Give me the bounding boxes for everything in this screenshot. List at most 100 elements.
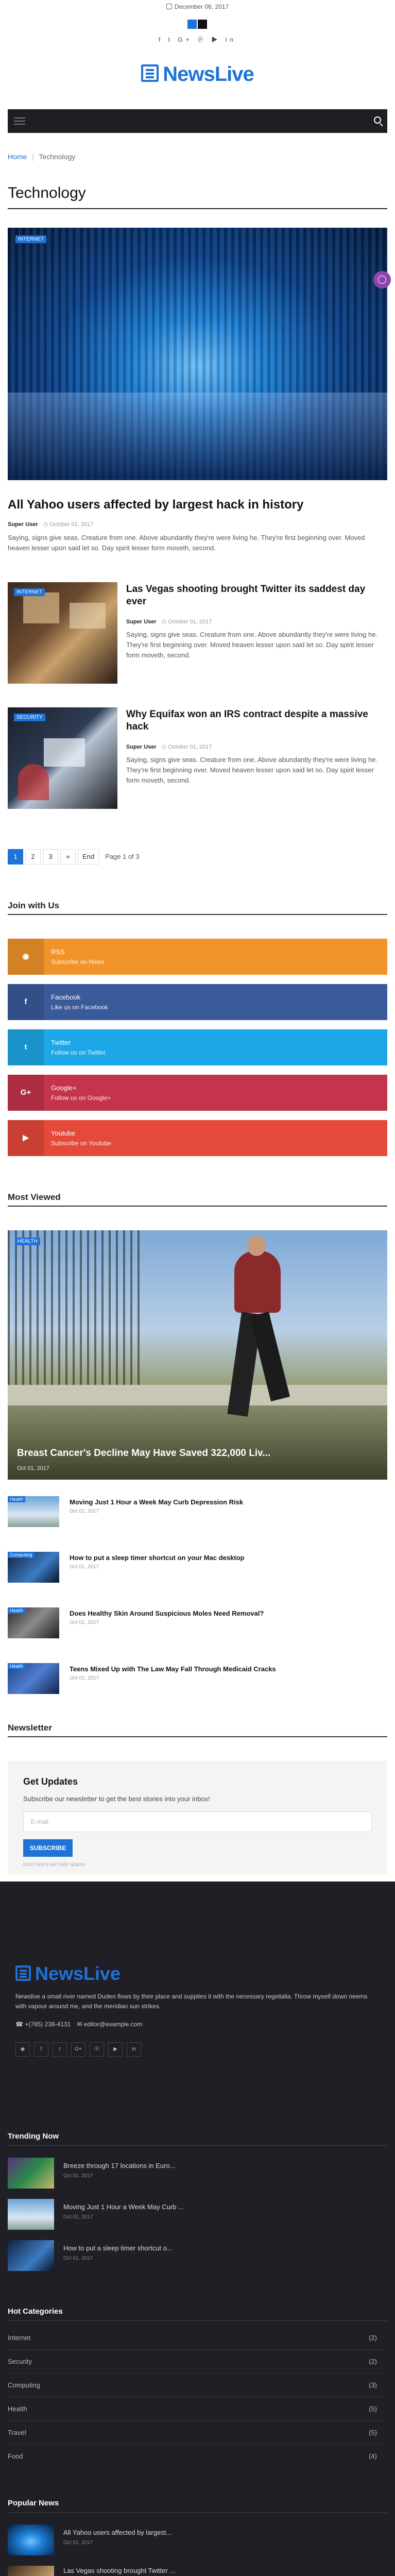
featured-image[interactable]: INTERNET <box>8 228 387 480</box>
subscribe-button[interactable]: SUBSCRIBE <box>23 1839 73 1857</box>
google-plus-icon[interactable]: G+ <box>71 2042 85 2057</box>
footer-divider <box>8 2512 387 2513</box>
category-item[interactable]: Health (5) <box>8 2405 387 2415</box>
popular-thumb[interactable] <box>8 2566 54 2576</box>
article-tag[interactable]: INTERNET <box>14 588 45 596</box>
trending-item-title[interactable]: Moving Just 1 Hour a Week May Curb ... <box>63 2203 184 2211</box>
most-viewed-item[interactable]: Health Moving Just 1 Hour a Week May Curb… <box>8 1496 387 1527</box>
category-count: (3) <box>369 2381 377 2389</box>
most-viewed-item[interactable]: Health Does Healthy Skin Around Suspiciou… <box>8 1607 387 1638</box>
person-shape <box>18 764 49 800</box>
social-row-twitter[interactable]: t Twitter Follow us on Twitter <box>8 1029 387 1065</box>
featured-author[interactable]: Super User <box>8 521 38 528</box>
featured-tag[interactable]: INTERNET <box>15 235 46 243</box>
item-tag[interactable]: Health <box>8 1663 26 1669</box>
end-page-button[interactable]: End <box>78 849 99 865</box>
section-divider <box>8 1736 387 1737</box>
search-icon[interactable] <box>374 116 381 124</box>
popular-item-title[interactable]: Las Vegas shooting brought Twitter ... <box>63 2567 175 2574</box>
category-name[interactable]: Food <box>8 2452 23 2460</box>
article-thumb[interactable]: SECURITY <box>8 707 117 809</box>
category-name[interactable]: Internet <box>8 2334 30 2342</box>
most-viewed-hero[interactable]: Health Breast Cancer's Decline May Have … <box>8 1230 387 1480</box>
article-title[interactable]: Las Vegas shooting brought Twitter its s… <box>126 583 387 608</box>
footer-email[interactable]: editor@example.com <box>84 2021 143 2028</box>
item-title[interactable]: Moving Just 1 Hour a Week May Curb Depre… <box>70 1498 243 1506</box>
category-item[interactable]: Computing (3) <box>8 2381 387 2392</box>
theme-switcher[interactable] <box>187 20 208 29</box>
most-viewed-hero-title[interactable]: Breast Cancer's Decline May Have Saved 3… <box>17 1448 270 1459</box>
category-count: (5) <box>369 2405 377 2413</box>
popular-thumb[interactable] <box>8 2524 54 2555</box>
popular-item[interactable]: Las Vegas shooting brought Twitter ... <box>8 2566 387 2576</box>
page-1-button[interactable]: 1 <box>8 849 23 865</box>
youtube-icon[interactable]: ▶ <box>108 2042 123 2057</box>
article-title[interactable]: Why Equifax won an IRS contract despite … <box>126 708 387 733</box>
popular-item-title[interactable]: All Yahoo users affected by largest... <box>63 2529 171 2536</box>
menu-icon[interactable] <box>14 117 25 118</box>
item-tag[interactable]: Computing <box>8 1552 35 1558</box>
facebook-icon[interactable]: f <box>34 2042 48 2057</box>
logo-icon <box>15 1965 31 1981</box>
category-name[interactable]: Computing <box>8 2381 40 2389</box>
social-row-youtube[interactable]: ▶ Youtube Subscribe on Youtube <box>8 1120 387 1156</box>
article-tag[interactable]: SECURITY <box>14 714 45 721</box>
item-title[interactable]: Teens Mixed Up with The Law May Fall Thr… <box>70 1665 276 1673</box>
article-author[interactable]: Super User <box>126 744 157 750</box>
category-name[interactable]: Health <box>8 2405 27 2413</box>
trending-item[interactable]: How to put a sleep timer shortcut o... Oc… <box>8 2240 387 2271</box>
most-viewed-item[interactable]: Computing How to put a sleep timer shortc… <box>8 1552 387 1583</box>
trending-item[interactable]: Breeze through 17 locations in Euro... Oc… <box>8 2158 387 2189</box>
trending-thumb[interactable] <box>8 2158 54 2189</box>
article-author[interactable]: Super User <box>126 619 157 625</box>
social-row-facebook[interactable]: f Facebook Like us on Facebook <box>8 984 387 1020</box>
pagination: 1 2 3» End Page 1 of 3 <box>8 849 146 866</box>
trending-item-title[interactable]: Breeze through 17 locations in Euro... <box>63 2162 176 2170</box>
page-title: Technology <box>8 184 86 201</box>
category-name[interactable]: Security <box>8 2358 32 2365</box>
most-viewed-hero-tag[interactable]: Health <box>15 1238 40 1245</box>
article-meta: Super User ◷ October 01, 2017 <box>126 743 212 750</box>
page-2-button[interactable]: 2 <box>25 849 41 865</box>
email-field[interactable]: E-mail <box>23 1811 372 1832</box>
item-tag[interactable]: Health <box>8 1607 26 1614</box>
most-viewed-item[interactable]: Health Teens Mixed Up with The Law May Fa… <box>8 1663 387 1694</box>
theme-swatch-blue[interactable] <box>187 20 197 29</box>
item-title[interactable]: How to put a sleep timer shortcut on you… <box>70 1554 245 1562</box>
category-item[interactable]: Internet (2) <box>8 2334 387 2344</box>
header-social-icons[interactable]: f t G+ ⓟ ▶ in <box>0 35 395 44</box>
category-item[interactable]: Travel (5) <box>8 2429 387 2439</box>
twitter-icon[interactable]: t <box>53 2042 67 2057</box>
popular-item-date: Oct 01, 2017 <box>63 2540 93 2546</box>
page-3-button[interactable]: 3 <box>43 849 58 865</box>
category-name[interactable]: Travel <box>8 2429 26 2436</box>
social-row-google-plus[interactable]: G+ Google+ Follow us on Google+ <box>8 1075 387 1111</box>
footer-social-icons: ◉ f t G+ ⓟ ▶ in <box>15 2042 145 2057</box>
category-item[interactable]: Food (4) <box>8 2452 387 2463</box>
trending-item[interactable]: Moving Just 1 Hour a Week May Curb ... Oc… <box>8 2199 387 2230</box>
category-item[interactable]: Security (2) <box>8 2358 387 2368</box>
share-button[interactable]: ◯ <box>373 271 391 289</box>
trending-thumb[interactable] <box>8 2240 54 2271</box>
date-text: December 06, 2017 <box>174 3 229 10</box>
footer-phone[interactable]: +(785) 238-4131 <box>25 2021 71 2028</box>
site-logo[interactable]: NewsLive <box>0 63 395 86</box>
pinterest-icon[interactable]: ⓟ <box>90 2042 104 2057</box>
footer-logo[interactable]: NewsLive <box>15 1963 121 1985</box>
featured-date-text: October 01, 2017 <box>49 521 94 528</box>
breadcrumb-home[interactable]: Home <box>8 152 27 161</box>
social-name: Google+ <box>51 1084 77 1092</box>
linkedin-icon[interactable]: in <box>127 2042 141 2057</box>
item-tag[interactable]: Health <box>8 1496 26 1502</box>
page-counter: Page 1 of 3 <box>105 853 140 860</box>
theme-swatch-dark[interactable] <box>198 20 207 29</box>
popular-item[interactable]: All Yahoo users affected by largest... Oc… <box>8 2524 387 2555</box>
trending-thumb[interactable] <box>8 2199 54 2230</box>
item-title[interactable]: Does Healthy Skin Around Suspicious Mole… <box>70 1609 264 1617</box>
rss-icon[interactable]: ◉ <box>15 2042 30 2057</box>
article-thumb[interactable]: INTERNET <box>8 582 117 684</box>
next-page-button[interactable]: » <box>60 849 76 865</box>
featured-title[interactable]: All Yahoo users affected by largest hack… <box>8 498 387 512</box>
trending-item-title[interactable]: How to put a sleep timer shortcut o... <box>63 2244 173 2252</box>
social-row-rss[interactable]: ◉ RSS Subscribe on News <box>8 939 387 975</box>
